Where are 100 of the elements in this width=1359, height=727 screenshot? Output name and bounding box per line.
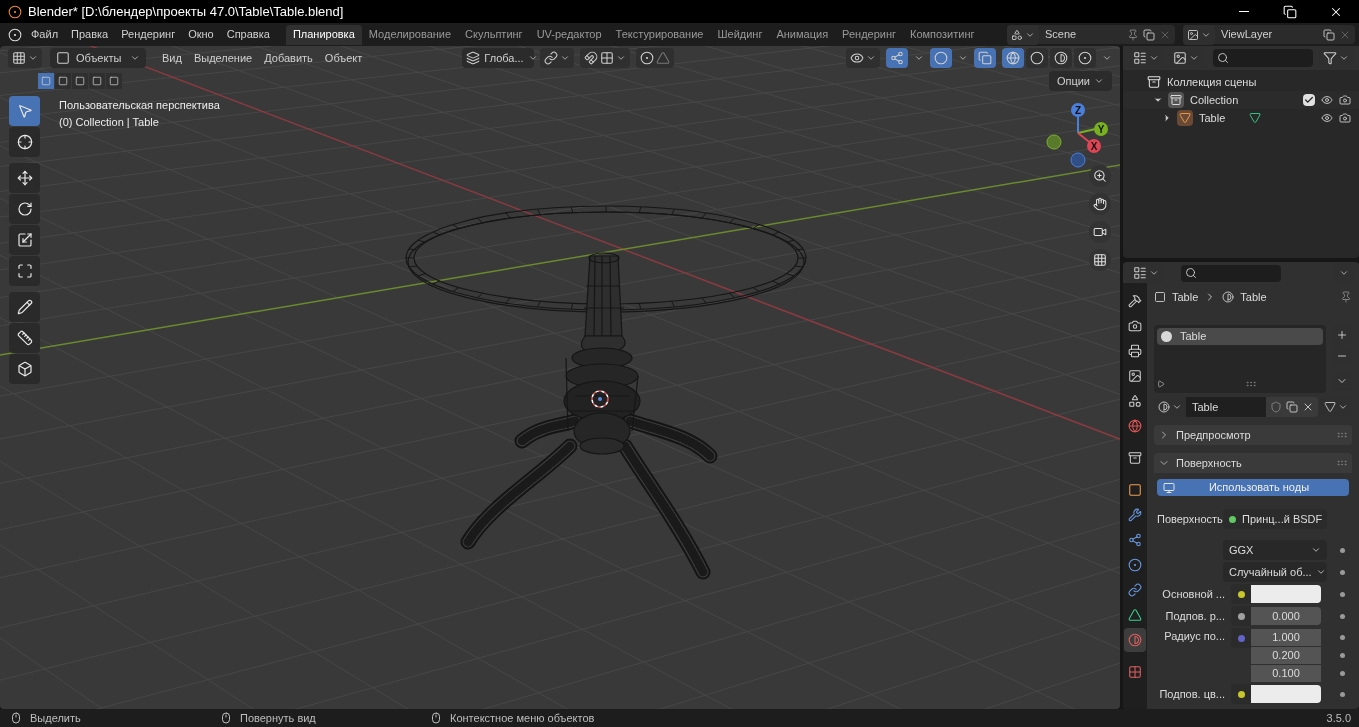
tool-button[interactable] xyxy=(9,194,40,224)
workspace-tab[interactable]: Рендеринг xyxy=(835,24,904,45)
shading-button[interactable] xyxy=(1002,48,1024,68)
object-icon xyxy=(1154,291,1166,303)
tool-button[interactable] xyxy=(9,127,40,157)
close-icon[interactable] xyxy=(1302,401,1314,413)
viewport-menu-item[interactable]: Выделение xyxy=(193,49,253,67)
field-label: Подпов. цв... xyxy=(1158,686,1226,702)
breadcrumb-item[interactable]: Table xyxy=(1240,288,1267,306)
3d-cursor-icon[interactable] xyxy=(591,390,609,408)
select-mode-button[interactable] xyxy=(106,73,122,89)
tool-button[interactable] xyxy=(9,292,40,322)
number-field[interactable]: 1.000 xyxy=(1251,628,1321,646)
viewport-menu-item[interactable]: Объект xyxy=(324,49,363,67)
visibility-button[interactable] xyxy=(846,48,880,68)
navigation-button[interactable] xyxy=(1089,165,1111,187)
expand-icon[interactable] xyxy=(1157,380,1165,388)
tool-button[interactable] xyxy=(9,323,40,353)
snap-button[interactable] xyxy=(580,48,631,68)
caret-icon xyxy=(616,53,627,63)
pin-icon[interactable] xyxy=(1127,28,1139,41)
select-mode-button[interactable] xyxy=(55,73,71,89)
gizmo-button[interactable] xyxy=(886,48,908,68)
panel-header[interactable]: Предпросмотр xyxy=(1154,425,1352,445)
caret-icon xyxy=(1339,268,1349,278)
mouse-icon xyxy=(220,712,232,724)
navigation-button[interactable] xyxy=(1089,249,1111,271)
breadcrumb-item[interactable]: Table xyxy=(1172,288,1199,306)
navigation-button[interactable] xyxy=(1089,193,1111,215)
caret-icon xyxy=(866,53,876,63)
select-mode-button[interactable] xyxy=(72,73,88,89)
editor-type-button[interactable] xyxy=(8,48,42,68)
rotate-icon xyxy=(16,201,33,217)
workspace-tab[interactable]: Композитинг xyxy=(903,24,982,45)
pivot-button[interactable] xyxy=(540,48,575,68)
ruler-icon xyxy=(16,330,33,346)
workspace-tab[interactable]: Скульптинг xyxy=(458,24,530,45)
tool-button[interactable] xyxy=(9,256,40,286)
outliner-item[interactable]: Table xyxy=(1199,109,1226,127)
color-swatch[interactable] xyxy=(1251,585,1321,603)
search-icon xyxy=(1217,52,1229,64)
menu-item[interactable]: Рендеринг xyxy=(121,26,176,43)
options-dropdown[interactable]: Опции xyxy=(1048,71,1112,91)
workspace-tab[interactable]: Шейдинг xyxy=(710,24,770,45)
3d-viewport[interactable]: X Y Z Объекты Вид Выделение Добавить Объект Глоба... Опции Пользовательская перспектива (0) Collection | Table xyxy=(0,46,1120,709)
xray-button[interactable] xyxy=(974,48,996,68)
tool-button[interactable] xyxy=(9,163,40,193)
workspace-tab[interactable]: Моделирование xyxy=(361,24,459,45)
mode-dropdown[interactable]: Объекты xyxy=(50,48,146,68)
workspace-tab[interactable]: UV-редактор xyxy=(529,24,609,45)
search-field[interactable] xyxy=(1181,264,1281,282)
material-name-field[interactable]: Table xyxy=(1186,397,1266,417)
workspace-tab[interactable]: Планировка xyxy=(285,24,362,45)
overlay-button[interactable] xyxy=(930,48,952,68)
panel-header[interactable]: Поверхность xyxy=(1154,453,1352,473)
viewport-menu-item[interactable]: Добавить xyxy=(264,49,313,67)
outliner-item[interactable]: Коллекция сцены xyxy=(1167,73,1257,91)
drag-handle-icon[interactable] xyxy=(1336,429,1348,441)
navigation-gizmo[interactable]: X Y Z xyxy=(1046,103,1108,168)
camera-icon[interactable] xyxy=(1339,94,1351,106)
number-field[interactable]: 0.100 xyxy=(1251,664,1321,682)
view-layer-browse-button[interactable] xyxy=(1183,24,1215,45)
drag-handle-icon[interactable] xyxy=(1336,457,1348,469)
tool-button[interactable] xyxy=(9,354,40,384)
menu-item[interactable]: Файл xyxy=(31,26,59,43)
duplicate-icon[interactable] xyxy=(1286,401,1298,413)
checkbox[interactable] xyxy=(1303,94,1315,106)
workspace-tab[interactable]: Текстурирование xyxy=(608,24,711,45)
outliner-item[interactable]: Collection xyxy=(1190,91,1239,109)
navigation-button[interactable] xyxy=(1089,221,1111,243)
workspace-tab[interactable]: Анимация xyxy=(769,24,836,45)
search-field[interactable] xyxy=(1213,49,1313,67)
material-slot[interactable]: Table xyxy=(1157,328,1323,345)
scene-browse-button[interactable] xyxy=(1007,24,1039,45)
menu-item[interactable]: Правка xyxy=(71,26,109,43)
shading-button[interactable] xyxy=(1026,48,1048,68)
eye-icon[interactable] xyxy=(1321,94,1333,106)
menu-item[interactable]: Справка xyxy=(226,26,270,43)
camera-icon[interactable] xyxy=(1339,112,1351,124)
menu-item[interactable]: Окно xyxy=(188,26,214,43)
use-nodes-button[interactable]: Использовать ноды xyxy=(1157,479,1349,496)
number-field[interactable]: 0.000 xyxy=(1251,607,1321,625)
pin-icon[interactable] xyxy=(1340,291,1352,303)
dropdown[interactable]: Случайный об... xyxy=(1223,562,1327,582)
number-field[interactable]: 0.200 xyxy=(1251,646,1321,664)
color-swatch[interactable] xyxy=(1251,685,1321,703)
eye-icon[interactable] xyxy=(1321,112,1333,124)
proportional-edit-button[interactable] xyxy=(636,48,675,68)
viewport-menu-item[interactable]: Вид xyxy=(162,49,182,67)
shader-link-field[interactable]: Принц...й BSDF xyxy=(1223,509,1327,529)
shading-button[interactable] xyxy=(1074,48,1096,68)
object-mode-icon xyxy=(56,51,70,65)
orientation-dropdown[interactable]: Глоба... xyxy=(462,48,535,68)
shading-button[interactable] xyxy=(1050,48,1072,68)
target-icon xyxy=(640,51,655,65)
disclosure-triangle-icon[interactable] xyxy=(1152,95,1164,105)
dropdown[interactable]: GGX xyxy=(1223,540,1327,560)
select-mode-button[interactable] xyxy=(89,73,105,89)
resize-grip-icon[interactable] xyxy=(1245,378,1257,390)
tool-button[interactable] xyxy=(9,225,40,255)
